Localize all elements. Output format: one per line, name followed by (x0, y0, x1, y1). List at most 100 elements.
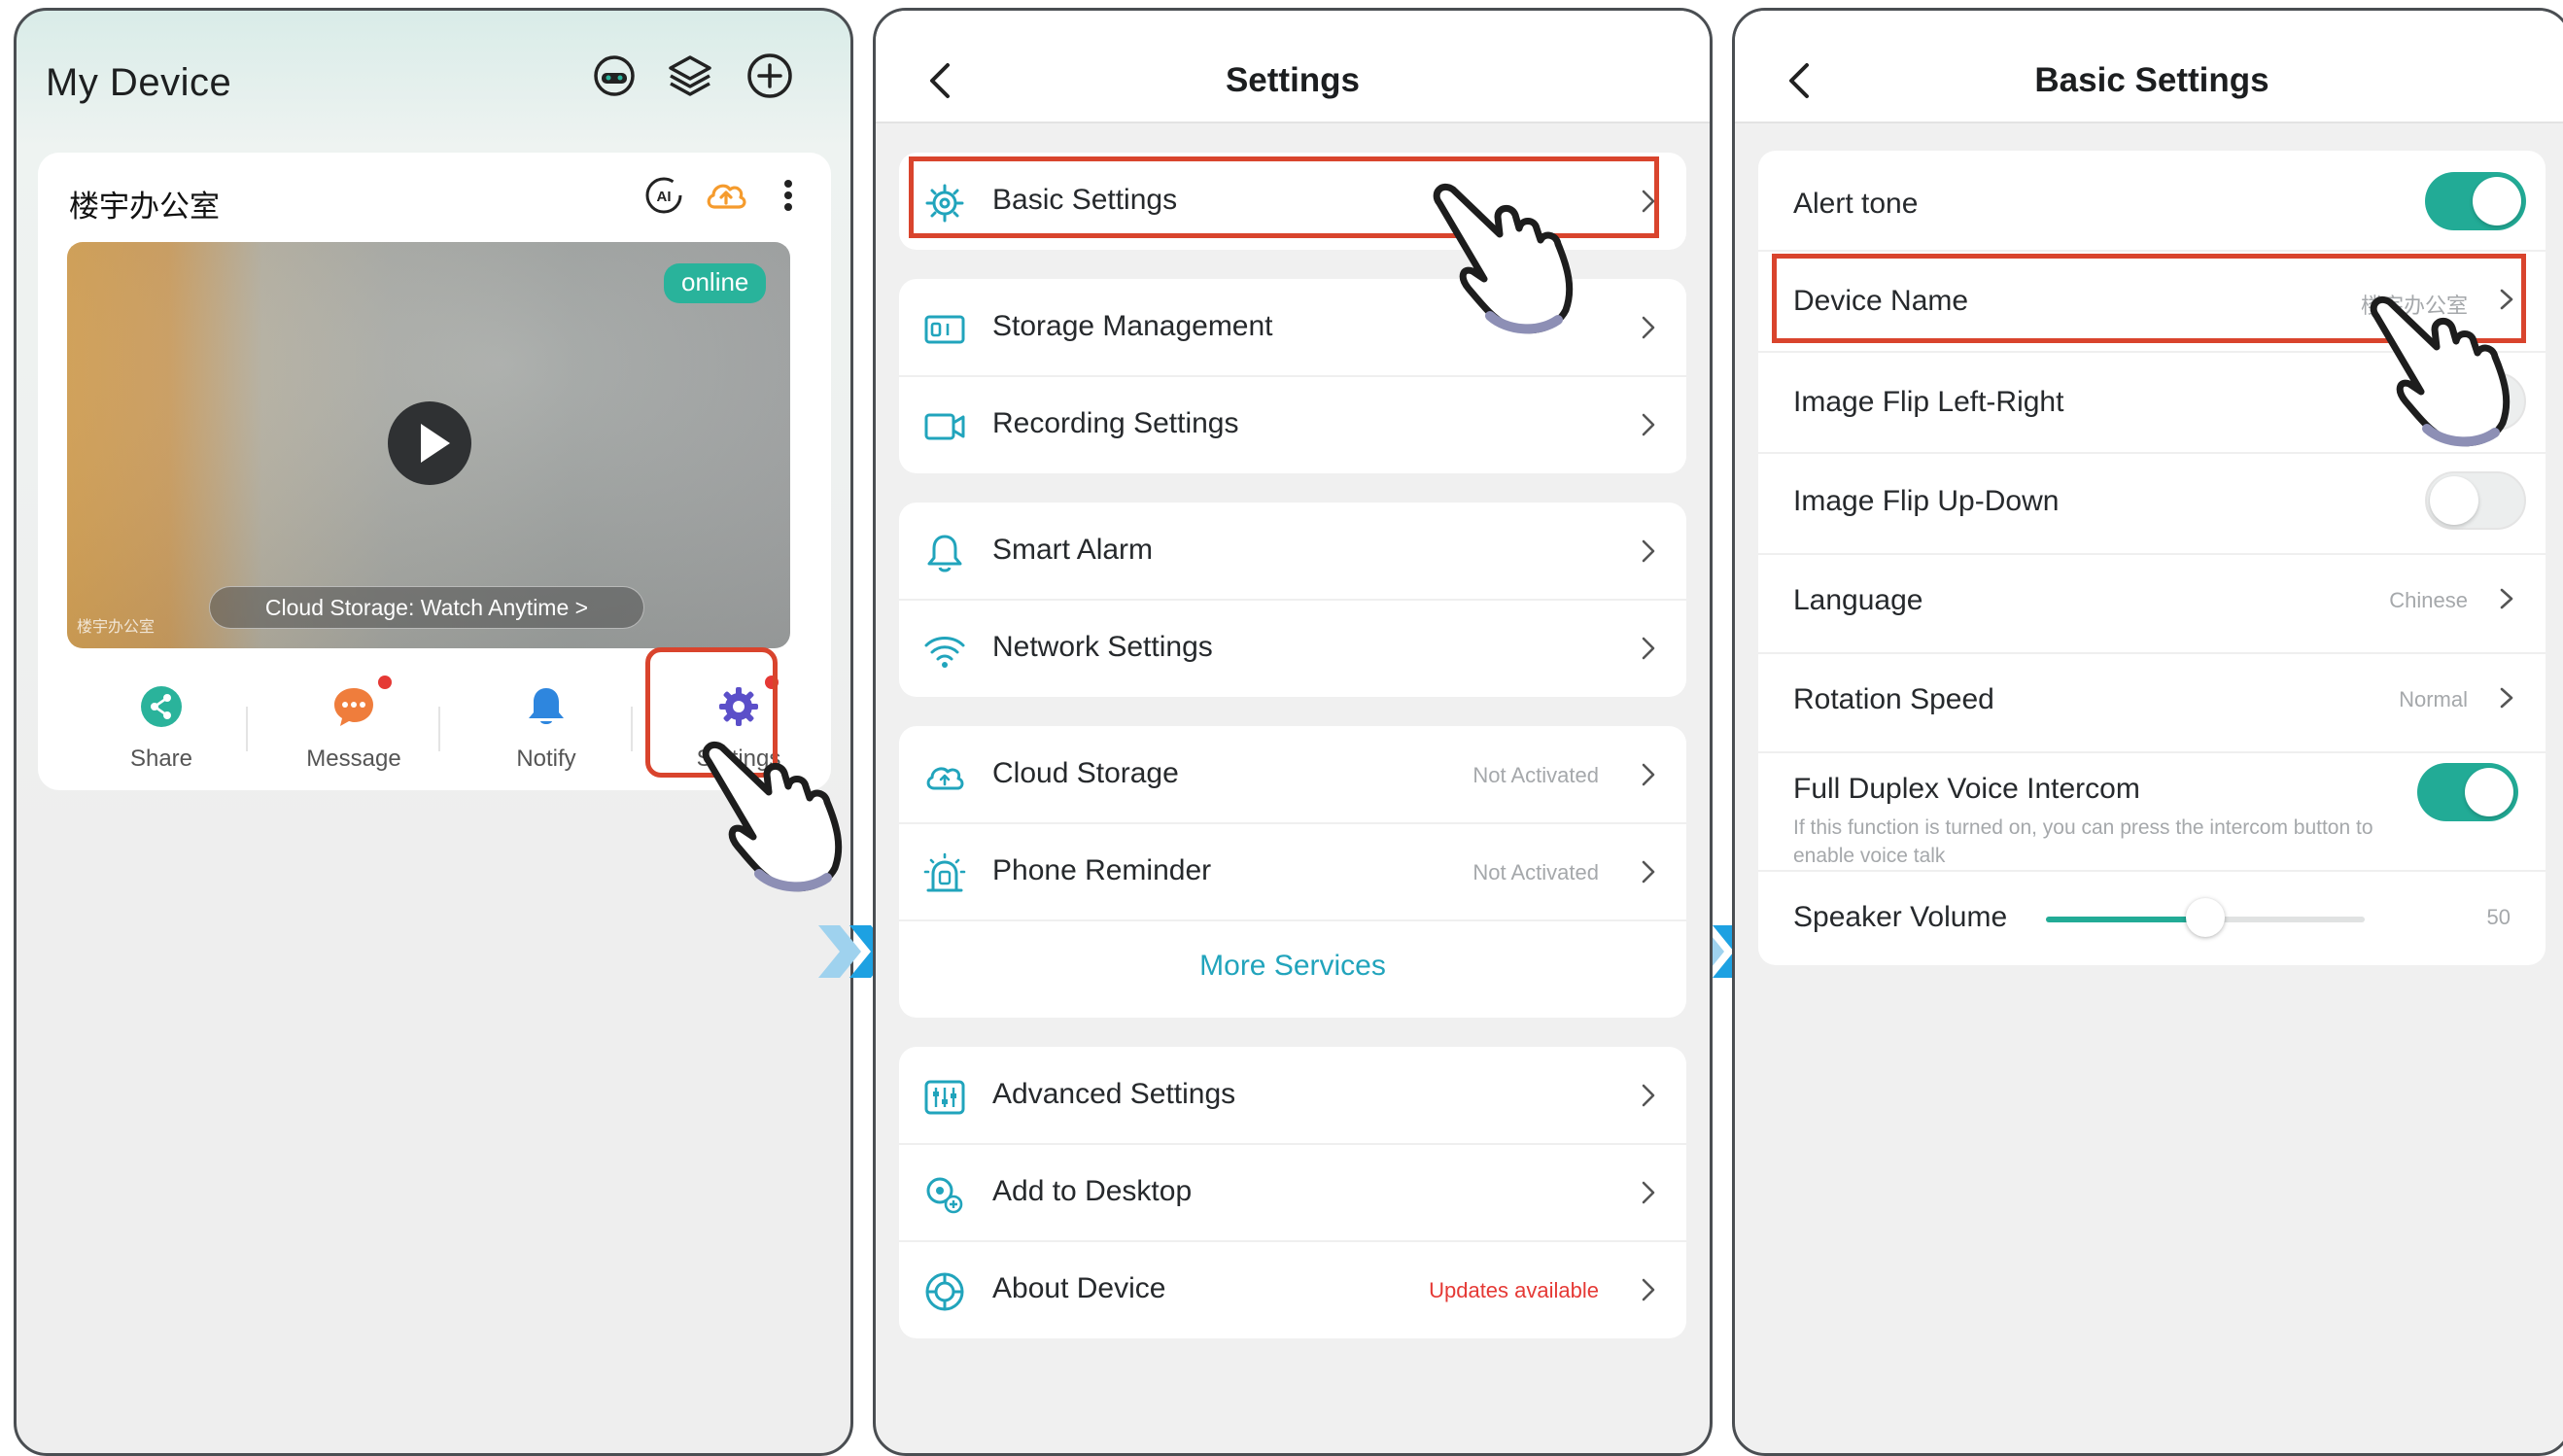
row-label: Phone Reminder (992, 854, 1212, 886)
wifi-icon (924, 637, 965, 668)
cloud-upload-icon[interactable] (703, 172, 749, 219)
bell-icon (529, 688, 564, 724)
divider (631, 707, 633, 751)
row-label: Add to Desktop (992, 1175, 1193, 1207)
tap-hand-icon (702, 741, 843, 892)
row-label: Speaker Volume (1793, 901, 2008, 933)
volume-slider[interactable] (2046, 898, 2365, 937)
tap-hand-icon (2370, 295, 2511, 447)
message-icon (334, 688, 373, 726)
alert-tone-toggle[interactable] (2425, 172, 2526, 230)
chevron-right-icon (1642, 1084, 1655, 1107)
share-button[interactable]: Share (79, 676, 244, 782)
language-value: Chinese (2389, 588, 2468, 612)
chevron-right-icon (1642, 637, 1655, 660)
my-device-screen: My Device 楼宇办公室 AI online 楼宇办公室 Cloud St… (14, 8, 853, 1456)
share-icon (141, 686, 182, 727)
row-rotation-speed[interactable]: Rotation Speed Normal (1758, 654, 2546, 751)
row-cloud-storage[interactable]: Cloud Storage Not Activated (899, 726, 1686, 823)
more-services-button[interactable]: More Services (899, 920, 1686, 1018)
nav-bar: Settings (876, 11, 1710, 123)
row-label: Alert tone (1793, 188, 1919, 220)
row-flip-up-down: Image Flip Up-Down (1758, 454, 2546, 553)
divider (438, 707, 440, 751)
row-smart-alarm[interactable]: Smart Alarm (899, 503, 1686, 600)
share-label: Share (129, 745, 193, 772)
chevron-right-icon (2500, 687, 2513, 709)
row-label: Full Duplex Voice Intercom (1793, 773, 2140, 805)
row-full-duplex: Full Duplex Voice Intercom If this funct… (1758, 753, 2546, 870)
chevron-right-icon (1642, 316, 1655, 339)
device-name: 楼宇办公室 (69, 190, 220, 224)
page-title: Basic Settings (2034, 61, 2269, 99)
full-duplex-toggle[interactable] (2417, 763, 2518, 821)
row-status: Not Activated (1472, 763, 1599, 787)
row-label: Language (1793, 584, 1923, 616)
chevron-right-icon (1642, 539, 1655, 563)
add-circle-icon[interactable] (744, 50, 796, 102)
message-label: Message (306, 745, 401, 772)
full-duplex-description: If this function is turned on, you can p… (1793, 816, 2373, 867)
volume-fill (2046, 917, 2205, 922)
layers-icon[interactable] (664, 50, 716, 102)
row-speaker-volume: Speaker Volume 50 (1758, 872, 2546, 965)
notify-label: Notify (516, 745, 576, 772)
row-recording-settings[interactable]: Recording Settings (899, 376, 1686, 473)
toggle-knob (2465, 768, 2513, 816)
rotation-speed-value: Normal (2399, 687, 2468, 711)
chevron-right-icon (1642, 860, 1655, 884)
row-advanced-settings[interactable]: Advanced Settings (899, 1047, 1686, 1144)
bell-icon (927, 535, 962, 572)
video-watermark: 楼宇办公室 (77, 619, 156, 636)
ai-icon[interactable]: AI (641, 172, 687, 219)
sliders-icon (924, 1080, 965, 1115)
headset-icon[interactable] (588, 50, 641, 102)
page-title: My Device (46, 61, 232, 104)
video-record-icon (924, 413, 965, 440)
row-label: Cloud Storage (992, 757, 1179, 789)
divider (246, 707, 248, 751)
add-desktop-icon (926, 1177, 963, 1214)
row-status: Not Activated (1472, 860, 1599, 884)
tap-hand-icon (1433, 183, 1574, 334)
chevron-right-icon (2500, 588, 2513, 609)
cloud-storage-banner[interactable]: Cloud Storage: Watch Anytime > (209, 586, 644, 629)
chevron-right-icon (1642, 1181, 1655, 1204)
settings-screen: Settings Basic Settings Storage Manageme… (873, 8, 1713, 1456)
status-badge: online (664, 263, 767, 303)
row-label: Advanced Settings (992, 1078, 1236, 1110)
toggle-knob (2473, 177, 2521, 225)
row-about-device[interactable]: About Device Updates available (899, 1241, 1686, 1338)
settings-group: Advanced Settings Add to Desktop About D… (899, 1047, 1686, 1338)
info-icon (925, 1272, 964, 1311)
storage-icon (924, 315, 965, 344)
chevron-right-icon (1642, 1278, 1655, 1301)
volume-handle[interactable] (2186, 898, 2225, 937)
settings-group: Cloud Storage Not Activated Phone Remind… (899, 726, 1686, 1018)
row-add-to-desktop[interactable]: Add to Desktop (899, 1144, 1686, 1241)
settings-group: Smart Alarm Network Settings (899, 503, 1686, 697)
unread-dot (378, 676, 392, 689)
flip-up-down-toggle[interactable] (2425, 471, 2526, 530)
row-label: About Device (992, 1272, 1166, 1304)
row-label: Smart Alarm (992, 534, 1154, 566)
more-services-link[interactable]: More Services (899, 950, 1686, 983)
row-phone-reminder[interactable]: Phone Reminder Not Activated (899, 823, 1686, 920)
basic-settings-screen: Basic Settings Alert tone Device Name 楼宇… (1732, 8, 2563, 1456)
row-alert-tone: Alert tone (1758, 151, 2546, 250)
row-network-settings[interactable]: Network Settings (899, 600, 1686, 697)
row-label: Image Flip Up-Down (1793, 485, 2060, 517)
nav-bar: Basic Settings (1735, 11, 2563, 123)
row-label: Image Flip Left-Right (1793, 386, 2064, 418)
message-button[interactable]: Message (271, 676, 436, 782)
row-label: Storage Management (992, 310, 1273, 342)
page-title: Settings (1225, 61, 1361, 99)
play-button[interactable] (388, 401, 471, 485)
svg-text:AI: AI (657, 189, 672, 205)
chevron-right-icon (1642, 413, 1655, 436)
video-preview[interactable]: online 楼宇办公室 Cloud Storage: Watch Anytim… (67, 242, 790, 648)
row-language[interactable]: Language Chinese (1758, 555, 2546, 652)
more-vert-icon[interactable] (765, 172, 812, 219)
update-status: Updates available (1429, 1278, 1599, 1302)
notify-button[interactable]: Notify (464, 676, 629, 782)
